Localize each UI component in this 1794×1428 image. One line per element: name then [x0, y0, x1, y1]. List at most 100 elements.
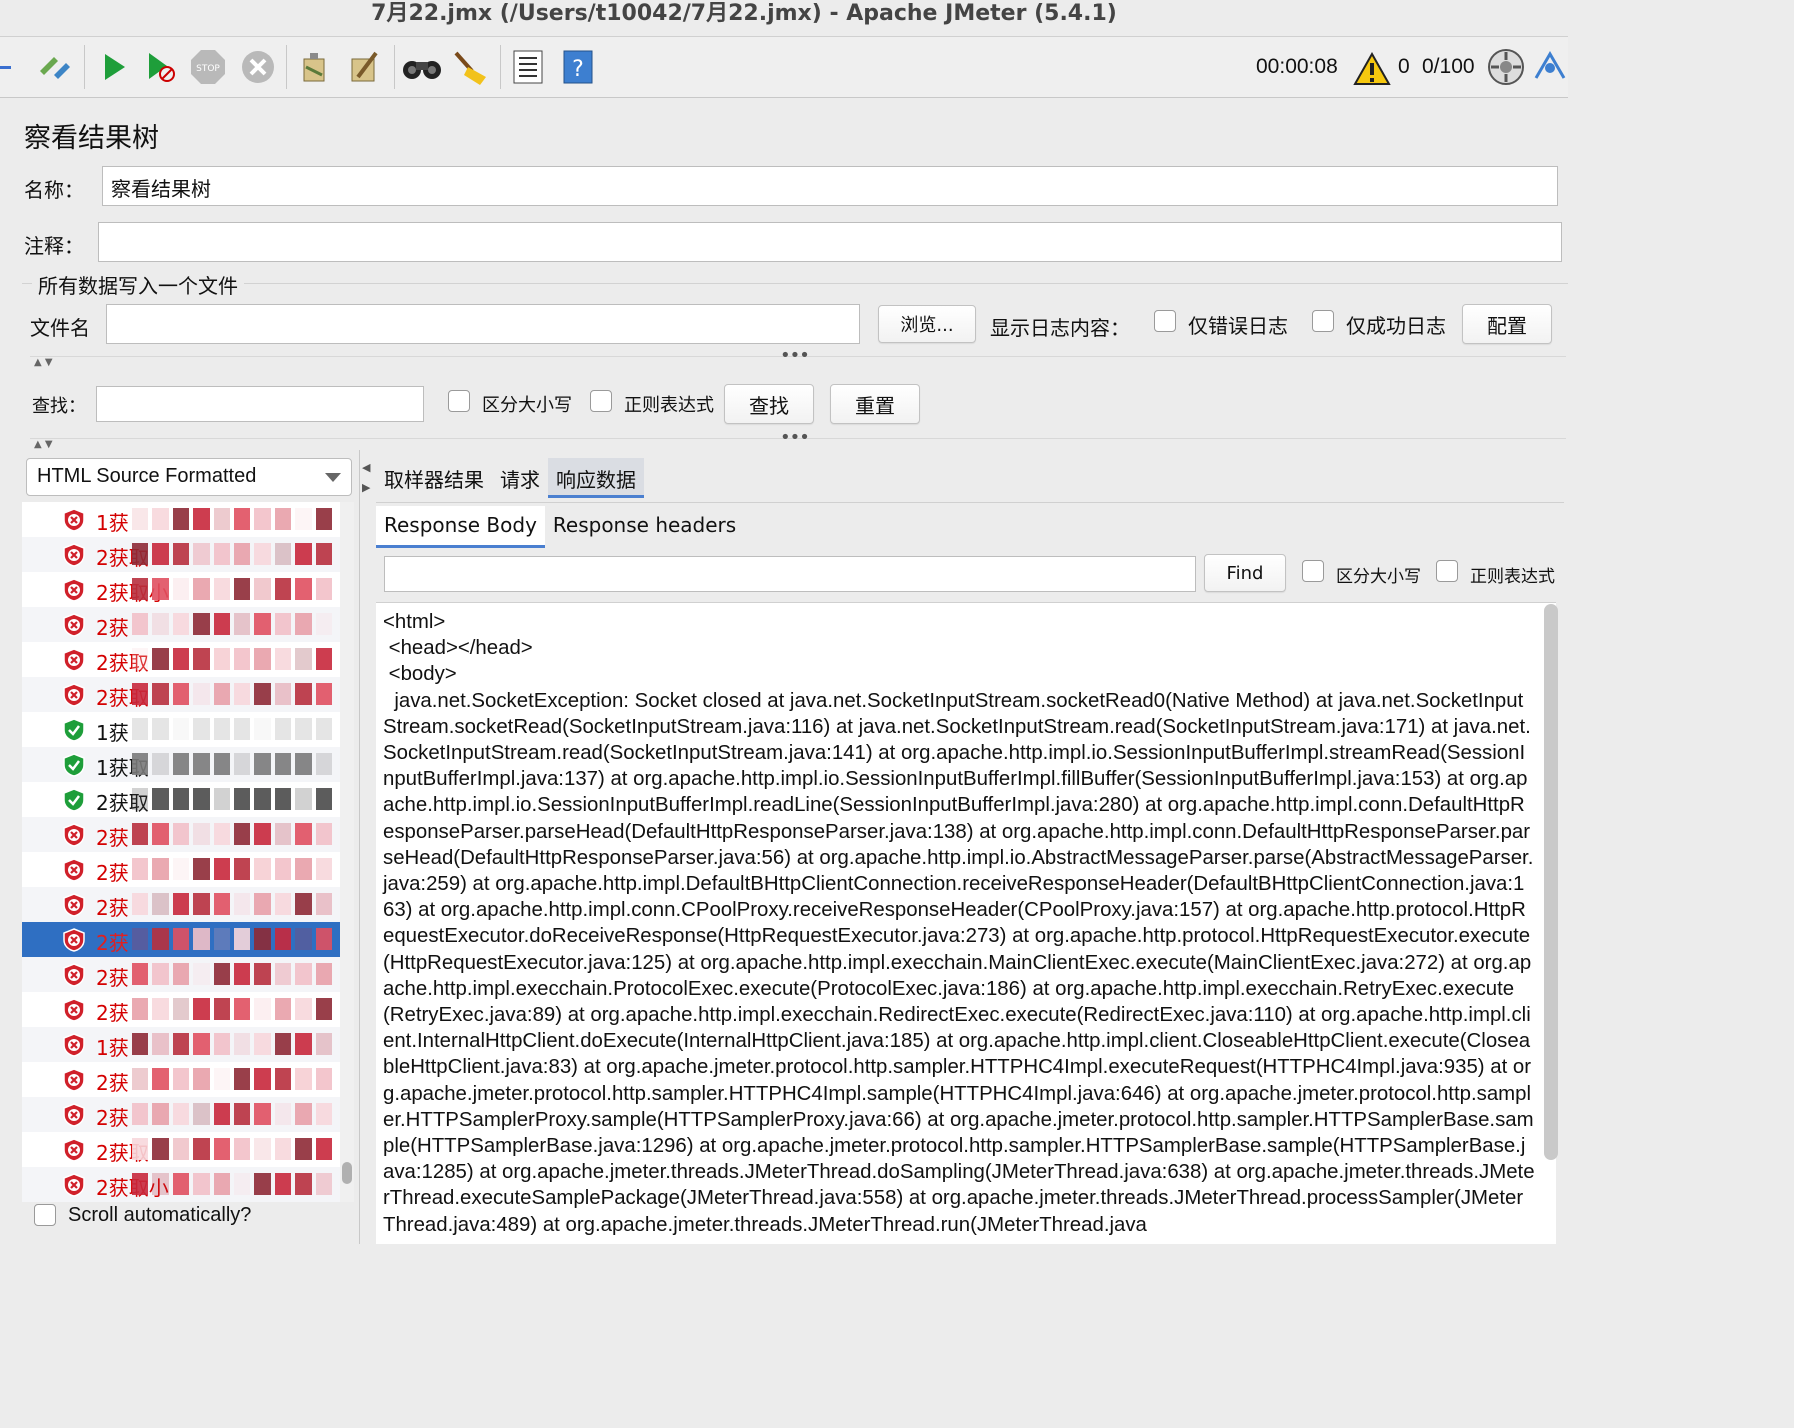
shutdown-icon[interactable] — [238, 47, 278, 87]
help-icon[interactable]: ? — [558, 47, 598, 87]
clear-icon[interactable] — [294, 47, 334, 87]
pixelated-redaction — [132, 928, 333, 950]
result-row[interactable]: 2获 — [22, 852, 340, 887]
result-row[interactable]: 2获 — [22, 607, 340, 642]
error-shield-icon — [62, 683, 86, 707]
result-row[interactable]: 2获取 — [22, 1132, 340, 1167]
comment-label: 注释： — [24, 234, 84, 258]
error-shield-icon — [62, 823, 86, 847]
browse-button[interactable]: 浏览... — [878, 305, 976, 343]
svg-text:?: ? — [572, 57, 584, 82]
response-find-button[interactable]: Find — [1204, 554, 1286, 592]
response-scrollbar[interactable] — [1544, 604, 1558, 1160]
svg-text:STOP: STOP — [196, 64, 220, 74]
tab-response-data[interactable]: 响应数据 — [548, 458, 644, 498]
comment-field[interactable] — [98, 222, 1562, 262]
tab-sampler-result[interactable]: 取样器结果 — [376, 458, 492, 498]
results-scrollbar[interactable] — [340, 502, 354, 1202]
error-shield-icon — [62, 928, 86, 952]
results-scrollbar-thumb[interactable] — [342, 1162, 352, 1184]
result-row-label: 1获 — [96, 721, 129, 745]
result-row[interactable]: 2获取 — [22, 537, 340, 572]
result-row[interactable]: 2获取 — [22, 782, 340, 817]
reset-button[interactable]: 重置 — [830, 384, 920, 424]
function-helper-icon[interactable] — [508, 47, 548, 87]
reset-search-icon[interactable] — [450, 47, 490, 87]
response-case-checkbox[interactable] — [1302, 560, 1324, 582]
pixelated-redaction — [132, 1173, 333, 1195]
regex-checkbox[interactable] — [590, 390, 612, 412]
success-only-label: 仅成功日志 — [1346, 314, 1446, 338]
error-shield-icon — [62, 613, 86, 637]
log-content-label: 显示日志内容： — [990, 316, 1130, 340]
result-row[interactable]: 2获 — [22, 817, 340, 852]
running-icon — [1530, 47, 1568, 87]
search-button[interactable]: 查找 — [724, 384, 814, 424]
case-sensitive-label: 区分大小写 — [482, 395, 572, 416]
start-icon[interactable] — [94, 47, 134, 87]
result-row[interactable]: 2获 — [22, 887, 340, 922]
renderer-selected: HTML Source Formatted — [37, 465, 257, 487]
error-shield-icon — [62, 1103, 86, 1127]
search-label: 查找： — [32, 396, 86, 417]
result-row[interactable]: 2获取 — [22, 642, 340, 677]
pixelated-redaction — [132, 788, 333, 810]
error-shield-icon — [62, 1068, 86, 1092]
response-case-label: 区分大小写 — [1336, 567, 1421, 587]
pixelated-redaction — [132, 613, 333, 635]
split-arrows[interactable]: ◀ ▶ — [362, 458, 370, 498]
results-list[interactable]: 1获2获取2获取小2获2获取2获取1获1获取2获取2获2获2获2获2获2获1获2… — [22, 502, 352, 1202]
tab-response-body[interactable]: Response Body — [376, 506, 545, 548]
name-field[interactable]: 察看结果树 — [102, 166, 1558, 206]
renderer-select[interactable]: HTML Source Formatted — [26, 458, 352, 496]
collapse-icon[interactable] — [0, 47, 16, 87]
configure-button[interactable]: 配置 — [1462, 304, 1552, 344]
result-row[interactable]: 2获 — [22, 1062, 340, 1097]
page-title: 察看结果树 — [24, 123, 159, 154]
result-row[interactable]: 2获 — [22, 922, 340, 957]
search-icon[interactable] — [402, 47, 442, 87]
result-row[interactable]: 1获取 — [22, 747, 340, 782]
success-only-checkbox[interactable] — [1312, 310, 1334, 332]
response-regex-checkbox[interactable] — [1436, 560, 1458, 582]
toggle-icon[interactable] — [34, 47, 74, 87]
error-shield-icon — [62, 648, 86, 672]
filename-field[interactable] — [106, 304, 860, 344]
result-row[interactable]: 2获取小 — [22, 572, 340, 607]
result-row-label: 2获 — [96, 931, 129, 955]
search-field[interactable] — [96, 386, 424, 422]
result-row[interactable]: 2获 — [22, 957, 340, 992]
pixelated-redaction — [132, 683, 333, 705]
result-row[interactable]: 2获 — [22, 992, 340, 1027]
error-shield-icon — [62, 578, 86, 602]
chevron-down-icon — [325, 473, 341, 482]
case-sensitive-checkbox[interactable] — [448, 390, 470, 412]
stop-icon[interactable]: STOP — [188, 47, 228, 87]
warning-icon[interactable] — [1352, 49, 1392, 89]
error-shield-icon — [62, 893, 86, 917]
response-body-view[interactable]: <html> <head></head> <body> java.net.Soc… — [376, 602, 1556, 1244]
result-row[interactable]: 1获 — [22, 712, 340, 747]
result-row[interactable]: 2获取 — [22, 677, 340, 712]
pixelated-redaction — [132, 508, 333, 530]
result-row-label: 2获 — [96, 966, 129, 990]
pixelated-redaction — [132, 823, 333, 845]
scroll-auto-checkbox[interactable] — [34, 1204, 56, 1226]
result-row[interactable]: 1获 — [22, 502, 340, 537]
result-row[interactable]: 2获取小 — [22, 1167, 340, 1202]
success-shield-icon — [62, 753, 86, 777]
result-row[interactable]: 2获 — [22, 1097, 340, 1132]
splitter-top[interactable]: ▲ ▼ ••• — [30, 345, 1566, 370]
errors-only-checkbox[interactable] — [1154, 310, 1176, 332]
error-shield-icon — [62, 1173, 86, 1197]
filename-label: 文件名 — [30, 316, 90, 340]
tab-request[interactable]: 请求 — [492, 458, 548, 498]
result-row[interactable]: 1获 — [22, 1027, 340, 1062]
response-search-field[interactable] — [384, 556, 1196, 592]
regex-label: 正则表达式 — [624, 395, 714, 416]
error-shield-icon — [62, 1033, 86, 1057]
clear-all-icon[interactable] — [344, 47, 384, 87]
tab-response-headers[interactable]: Response headers — [545, 506, 744, 548]
pixelated-redaction — [132, 543, 333, 565]
start-no-pauses-icon[interactable] — [140, 47, 180, 87]
